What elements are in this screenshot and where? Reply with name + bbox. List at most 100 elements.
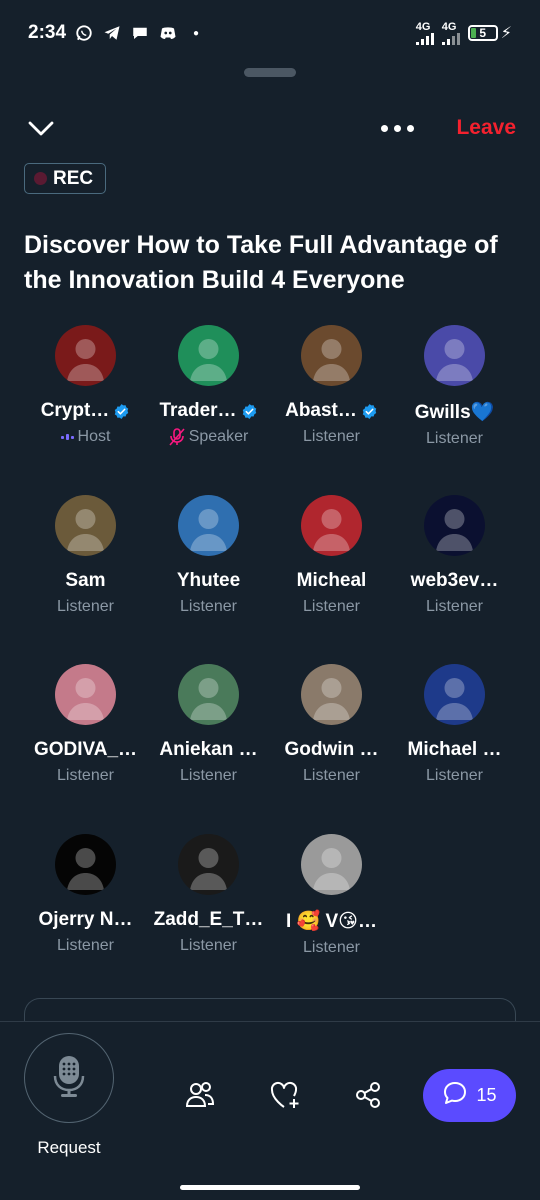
leave-button[interactable]: Leave	[456, 116, 516, 140]
space-title: Discover How to Take Full Advantage of t…	[24, 231, 498, 294]
participant-item[interactable]: web3ev… Listener	[393, 494, 516, 665]
participant-role-row: Listener	[426, 767, 483, 785]
participant-item[interactable]: GODIVA_… Listener	[24, 664, 147, 834]
share-icon[interactable]	[350, 1077, 386, 1113]
participant-role: Listener	[303, 938, 360, 956]
avatar[interactable]	[178, 494, 239, 556]
avatar[interactable]	[424, 325, 485, 386]
chat-bubble-icon	[442, 1080, 468, 1111]
request-mic-button[interactable]	[24, 1033, 114, 1123]
participant-name-row: I 🥰 V😘…	[286, 909, 377, 933]
participant-role-row: Listener	[57, 767, 114, 785]
avatar[interactable]	[55, 325, 116, 386]
avatar[interactable]	[55, 833, 116, 895]
muted-mic-icon	[169, 428, 185, 446]
participant-item[interactable]: Michael … Listener	[393, 664, 516, 834]
participant-name-row: Yhutee	[177, 570, 240, 592]
participant-name-row: Godwin …	[285, 739, 379, 761]
participant-item[interactable]: Sam Listener	[24, 494, 147, 665]
avatar[interactable]	[301, 325, 362, 386]
status-time: 2:34	[28, 22, 67, 43]
participant-role: Listener	[57, 597, 114, 615]
participant-role: Listener	[426, 767, 483, 784]
avatar[interactable]	[424, 664, 485, 725]
participant-name: Zadd_E_T…	[153, 908, 264, 930]
participant-name: Ojerry N…	[38, 908, 133, 930]
participant-name: Sam	[65, 569, 106, 591]
participant-role-row: Speaker	[169, 428, 249, 446]
participant-item[interactable]: Crypt… Host	[24, 325, 147, 495]
participant-role-row: Listener	[57, 937, 114, 955]
participant-name: Michael …	[407, 739, 502, 760]
participant-item[interactable]: Trader… Speaker	[147, 325, 270, 495]
status-bar: 2:34 ● 4G 4G 5 ⚡	[0, 0, 540, 66]
participant-name-row: Trader…	[159, 400, 257, 422]
participant-item[interactable]: Ojerry N… Listener	[24, 833, 147, 1004]
participant-item[interactable]: Abast… Listener	[270, 325, 393, 495]
battery-icon: 5 ⚡	[467, 23, 512, 43]
telegram-icon	[102, 23, 122, 43]
participant-role: Speaker	[188, 428, 249, 445]
signal-icon-1: 4G	[415, 21, 434, 45]
participant-item[interactable]: I 🥰 V😘… Listener	[270, 833, 393, 1004]
participant-name-row: Abast…	[285, 400, 378, 422]
participant-role-row: Listener	[180, 767, 237, 785]
participant-name: Micheal	[296, 569, 367, 591]
participant-name: Yhutee	[176, 569, 241, 591]
participant-name: web3ev…	[410, 569, 499, 591]
participant-item[interactable]: Yhutee Listener	[147, 494, 270, 665]
discord-icon	[158, 23, 178, 43]
participant-name: Abast…	[285, 400, 357, 421]
avatar[interactable]	[55, 494, 116, 556]
participant-role-row: Listener	[426, 598, 483, 616]
participant-name-row: Aniekan …	[159, 739, 257, 761]
more-options-icon[interactable]	[381, 124, 415, 132]
participant-name-row: Ojerry N…	[39, 909, 133, 931]
participant-item[interactable]: Godwin … Listener	[270, 664, 393, 834]
participant-role: Listener	[57, 936, 114, 954]
recording-badge: REC	[24, 163, 106, 194]
avatar[interactable]	[424, 494, 485, 556]
collapse-chevron-icon[interactable]	[24, 111, 58, 145]
heart-plus-icon[interactable]	[267, 1077, 303, 1113]
participant-role: Listener	[303, 428, 360, 445]
participant-item[interactable]: Aniekan … Listener	[147, 664, 270, 834]
participant-role: Host	[77, 428, 111, 445]
chat-button[interactable]: 15	[423, 1069, 516, 1122]
participant-item[interactable]: Zadd_E_T… Listener	[147, 833, 270, 1004]
chat-count: 15	[476, 1085, 497, 1105]
verified-badge-icon	[361, 403, 378, 420]
participant-item[interactable]: Gwills💙 Listener	[393, 325, 516, 495]
participant-item[interactable]: Micheal Listener	[270, 494, 393, 665]
notification-dot-icon: ●	[193, 27, 200, 39]
verified-badge-icon	[113, 403, 130, 420]
participant-role: Listener	[180, 767, 237, 784]
participant-name: I 🥰 V😘…	[286, 910, 377, 932]
avatar[interactable]	[55, 664, 116, 725]
avatar[interactable]	[178, 833, 239, 895]
participant-name-row: Zadd_E_T…	[154, 909, 264, 931]
participant-role: Listener	[57, 767, 114, 784]
participant-role: Listener	[303, 767, 360, 784]
participant-name-row: Crypt…	[41, 400, 131, 422]
participant-name-row: GODIVA_…	[34, 739, 137, 761]
people-icon[interactable]	[182, 1077, 218, 1113]
verified-badge-icon	[241, 403, 258, 420]
participant-role-row: Listener	[57, 598, 114, 616]
participant-role-row: Host	[60, 428, 111, 446]
signal-icon-2: 4G	[441, 21, 460, 45]
whatsapp-icon	[74, 23, 94, 43]
home-indicator[interactable]	[180, 1185, 360, 1190]
sheet-drag-handle[interactable]	[244, 68, 296, 77]
participant-grid: Crypt… Host Trader… Speaker Abast… Listener Gw…	[24, 325, 516, 1003]
participant-name: Trader…	[159, 400, 237, 421]
participant-role-row: Listener	[303, 598, 360, 616]
avatar[interactable]	[301, 494, 362, 556]
avatar[interactable]	[301, 664, 362, 725]
participant-role: Listener	[426, 430, 483, 447]
participant-name: Crypt…	[40, 400, 110, 421]
avatar[interactable]	[178, 664, 239, 725]
avatar[interactable]	[301, 833, 362, 895]
avatar[interactable]	[178, 325, 239, 386]
participant-role: Listener	[426, 597, 483, 615]
